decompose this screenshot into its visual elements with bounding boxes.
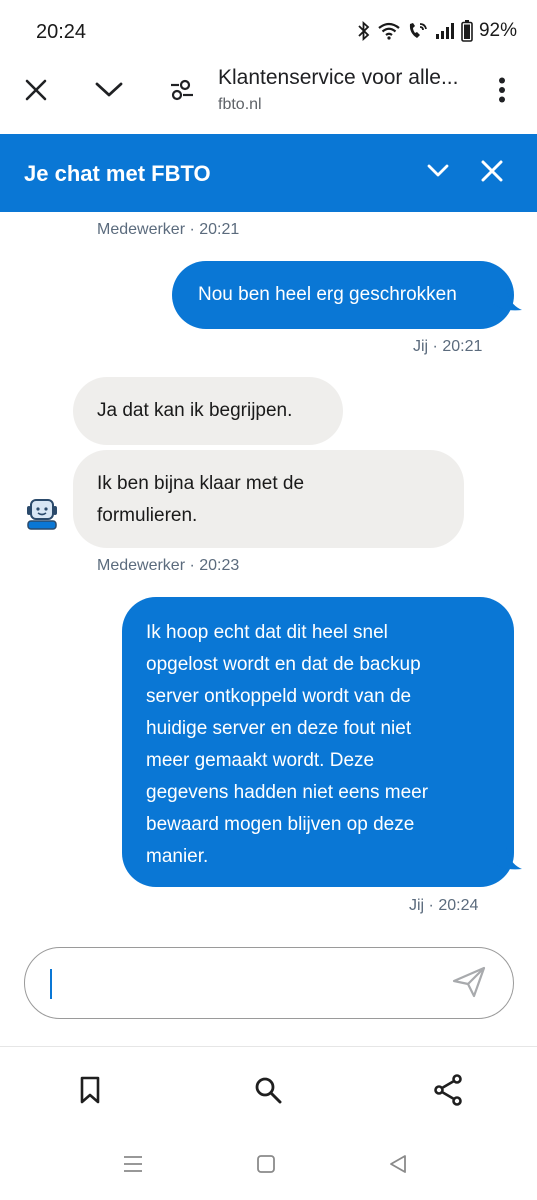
close-chat-button[interactable]	[472, 153, 512, 193]
status-bar: 20:24 92%	[0, 0, 537, 62]
message-line: gegevens hadden niet eens meer	[146, 782, 429, 803]
close-icon	[481, 160, 503, 187]
message-meta: Medewerker · 20:23	[97, 557, 240, 574]
site-settings-button[interactable]	[160, 70, 204, 114]
search-button[interactable]	[244, 1068, 292, 1116]
status-icons: 92%	[357, 20, 517, 42]
toolbar-divider	[0, 1046, 537, 1047]
page-domain: fbto.nl	[218, 96, 262, 113]
recent-apps-icon	[122, 1155, 144, 1178]
share-icon	[433, 1073, 463, 1111]
bookmark-button[interactable]	[66, 1068, 114, 1116]
share-button[interactable]	[424, 1068, 472, 1116]
user-message-bubble: Nou ben heel erg geschrokken	[172, 261, 514, 329]
message-line: Ik ben bijna klaar met de	[97, 473, 305, 494]
send-icon	[452, 966, 486, 1003]
user-message-bubble: Ik hoop echt dat dit heel snel opgelost …	[122, 597, 514, 887]
message-composer	[24, 947, 514, 1019]
message-line: Ik hoop echt dat dit heel snel	[146, 622, 388, 643]
message-line: server ontkoppeld wordt van de	[146, 686, 412, 707]
battery-percentage: 92%	[478, 20, 517, 41]
minimize-tab-button[interactable]	[87, 70, 131, 114]
bubble-tail	[494, 845, 522, 870]
custom-tab-toolbar: Klantenservice voor alle... fbto.nl	[0, 62, 537, 134]
more-options-button[interactable]	[480, 70, 524, 114]
agent-message-bubble: Ja dat kan ik begrijpen.	[73, 377, 343, 445]
bookmark-icon	[79, 1076, 101, 1109]
chevron-down-icon	[94, 80, 124, 105]
close-icon	[24, 78, 48, 107]
recent-apps-button[interactable]	[113, 1150, 153, 1182]
close-tab-button[interactable]	[14, 70, 58, 114]
signal-icon	[435, 22, 455, 40]
message-line: meer gemaakt wordt. Deze	[146, 750, 375, 771]
message-line: bewaard mogen blijven op deze	[146, 814, 415, 835]
chat-title: Je chat met FBTO	[24, 161, 211, 186]
message-line: formulieren.	[97, 505, 198, 526]
bluetooth-icon	[357, 21, 371, 41]
wifi-calling-icon	[407, 21, 429, 41]
chevron-down-icon	[427, 164, 449, 183]
chat-header: Je chat met FBTO	[0, 134, 537, 212]
back-icon	[388, 1154, 408, 1179]
message-text: Nou ben heel erg geschrokken	[198, 284, 457, 305]
back-button[interactable]	[378, 1150, 418, 1182]
bubble-tail	[494, 286, 522, 311]
search-icon	[254, 1076, 282, 1109]
page-title: Klantenservice voor alle...	[218, 66, 459, 89]
home-button[interactable]	[246, 1150, 286, 1182]
home-icon	[256, 1154, 276, 1179]
text-cursor	[50, 969, 52, 999]
minimize-chat-button[interactable]	[418, 153, 458, 193]
message-line: huidige server en deze fout niet	[146, 718, 412, 739]
more-vert-icon	[498, 77, 506, 108]
send-button[interactable]	[451, 966, 487, 1002]
message-meta: Medewerker · 20:21	[97, 221, 240, 238]
status-time: 20:24	[36, 21, 87, 43]
agent-message-bubble: Ik ben bijna klaar met de formulieren.	[73, 450, 464, 548]
message-meta: Jij · 20:21	[413, 338, 483, 355]
message-line: opgelost wordt en dat de backup	[146, 654, 421, 675]
message-text: Ja dat kan ik begrijpen.	[97, 400, 293, 421]
message-line: manier.	[146, 846, 209, 867]
message-input[interactable]	[55, 966, 435, 1002]
battery-icon	[461, 20, 473, 42]
message-meta: Jij · 20:24	[409, 897, 479, 914]
site-settings-icon	[169, 78, 195, 107]
wifi-icon	[377, 22, 401, 40]
agent-avatar-icon	[27, 499, 57, 530]
